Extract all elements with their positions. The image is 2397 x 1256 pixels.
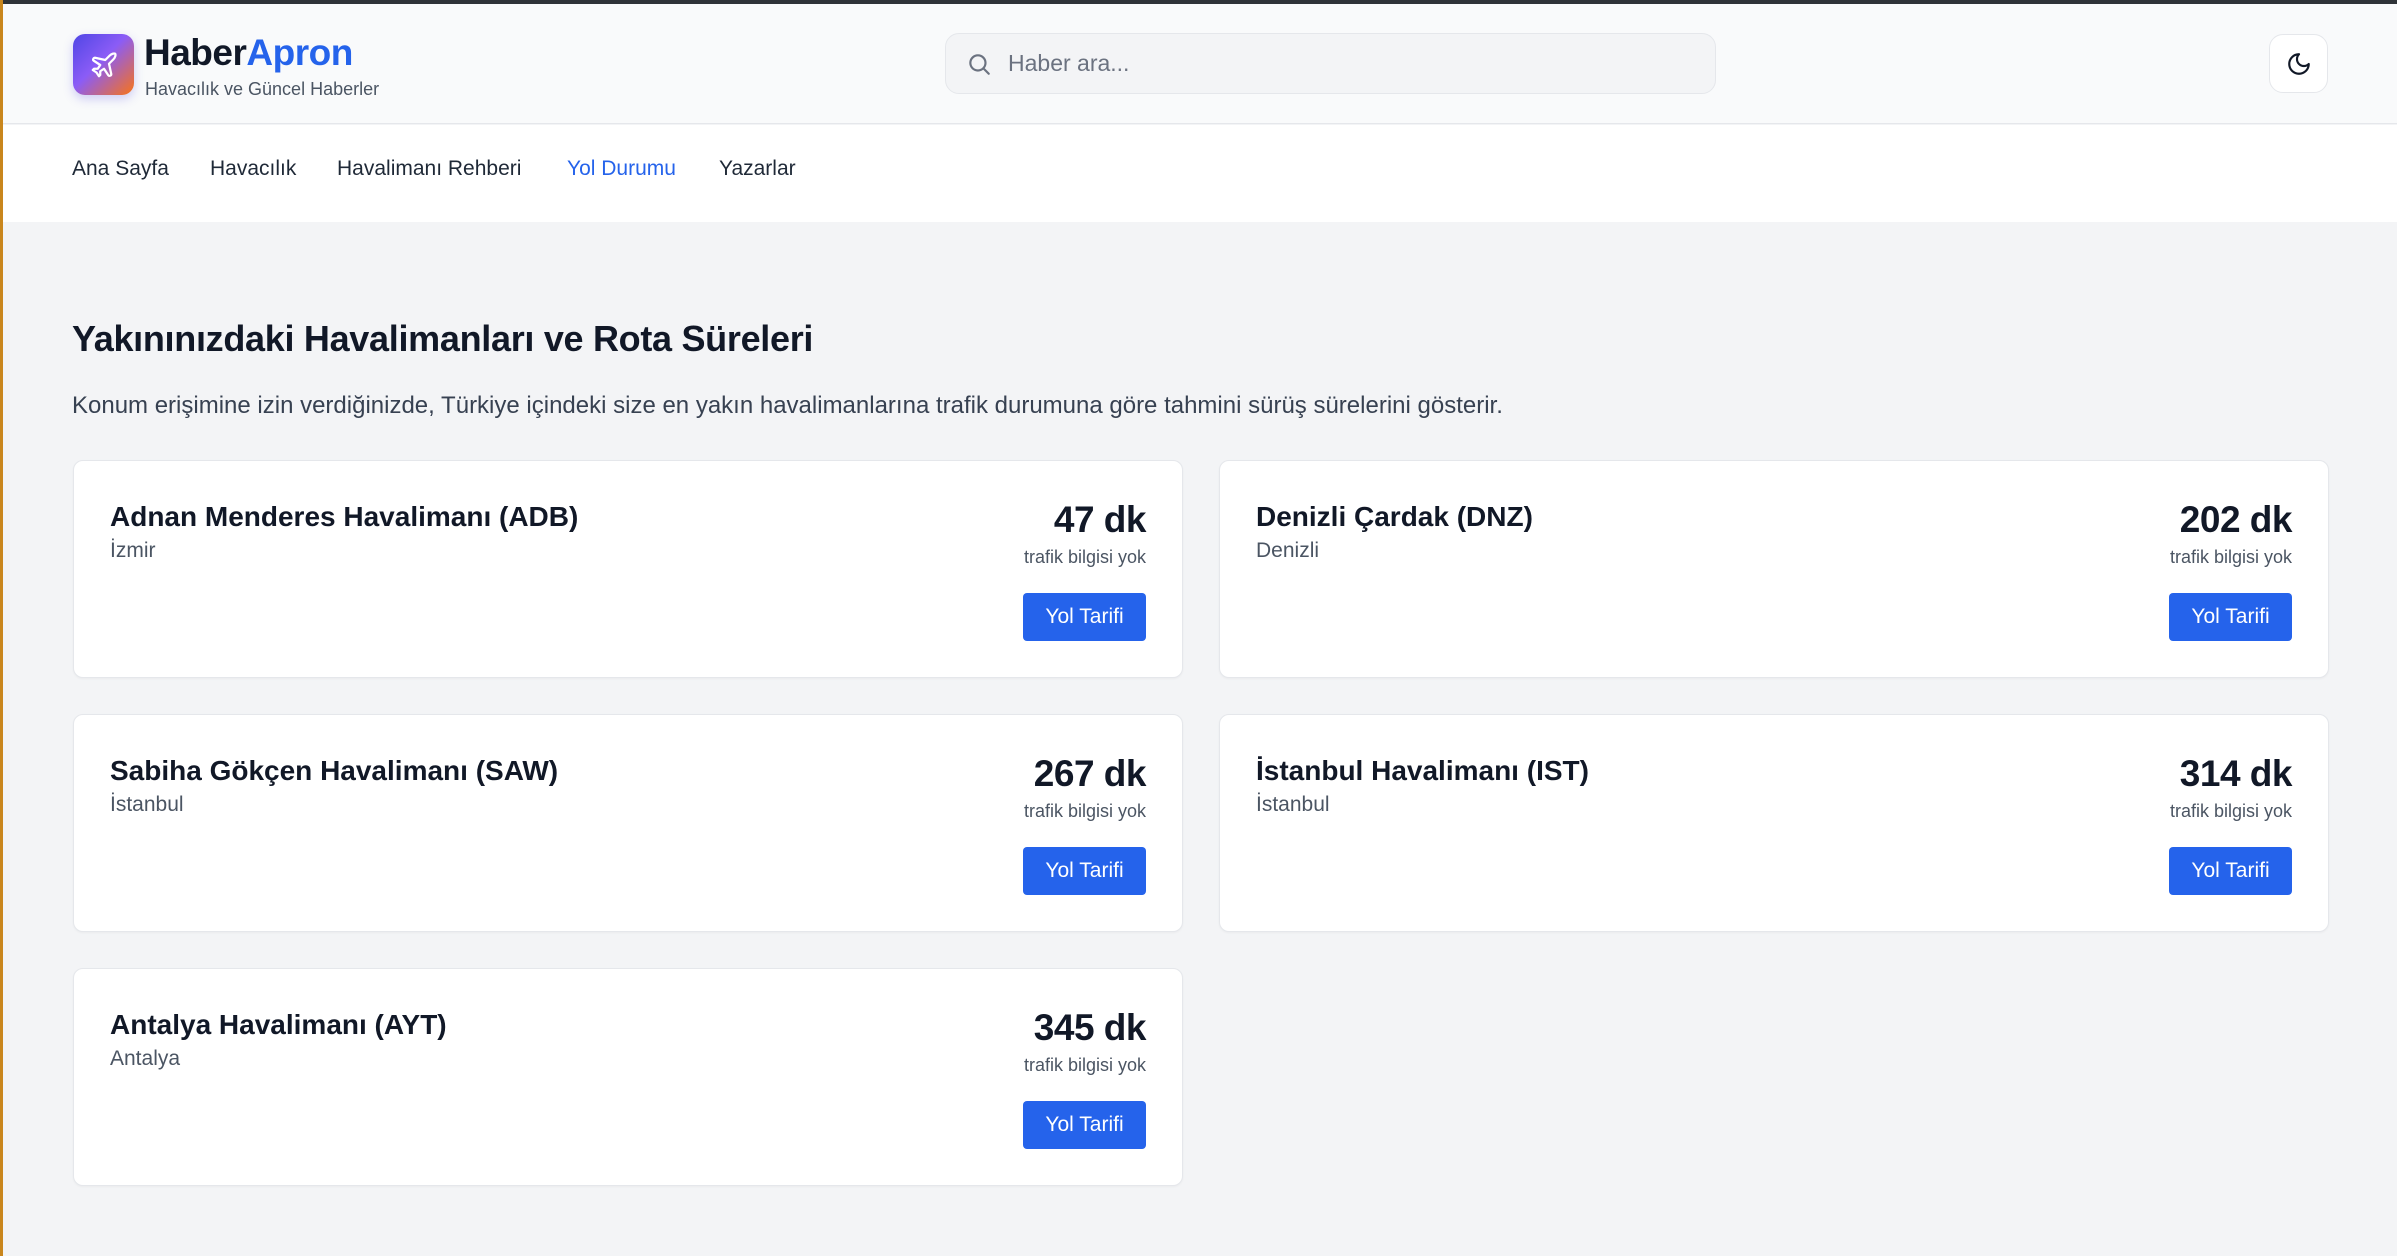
airport-name: Adnan Menderes Havalimanı (ADB) bbox=[110, 501, 579, 532]
main-nav: Ana Sayfa Havacılık Havalimanı Rehberi Y… bbox=[3, 125, 2397, 222]
nav-item-ana-sayfa[interactable]: Ana Sayfa bbox=[72, 157, 169, 181]
airport-card: Sabiha Gökçen Havalimanı (SAW) İstanbul … bbox=[73, 714, 1183, 932]
search-icon bbox=[969, 54, 990, 75]
brand-name-part2: Apron bbox=[246, 32, 353, 73]
airport-city: Denizli bbox=[1256, 539, 1320, 562]
directions-button[interactable]: Yol Tarifi bbox=[1023, 847, 1146, 895]
brand-name-part1: Haber bbox=[144, 32, 247, 73]
airport-city: İstanbul bbox=[110, 793, 184, 816]
directions-button[interactable]: Yol Tarifi bbox=[2169, 847, 2292, 895]
drive-duration: 202 dk bbox=[2179, 499, 2293, 540]
airport-city: İzmir bbox=[110, 539, 156, 562]
airport-card: Denizli Çardak (DNZ) Denizli 202 dk traf… bbox=[1219, 460, 2329, 678]
airport-name: İstanbul Havalimanı (IST) bbox=[1256, 755, 1589, 786]
directions-button[interactable]: Yol Tarifi bbox=[2169, 593, 2292, 641]
brand-tagline: Havacılık ve Güncel Haberler bbox=[145, 79, 380, 99]
traffic-status: trafik bilgisi yok bbox=[2169, 801, 2292, 821]
drive-duration: 47 dk bbox=[1053, 499, 1147, 540]
traffic-status: trafik bilgisi yok bbox=[2169, 547, 2292, 567]
page-description: Konum erişimine izin verdiğinizde, Türki… bbox=[72, 392, 1503, 419]
airport-card: Adnan Menderes Havalimanı (ADB) İzmir 47… bbox=[73, 460, 1183, 678]
airport-name: Denizli Çardak (DNZ) bbox=[1256, 501, 1533, 532]
search-box bbox=[945, 33, 1716, 94]
nav-item-yazarlar[interactable]: Yazarlar bbox=[719, 157, 796, 181]
airport-name: Sabiha Gökçen Havalimanı (SAW) bbox=[110, 755, 559, 786]
airport-card: İstanbul Havalimanı (IST) İstanbul 314 d… bbox=[1219, 714, 2329, 932]
airport-city: İstanbul bbox=[1256, 793, 1330, 816]
nav-item-havacilik[interactable]: Havacılık bbox=[210, 157, 296, 181]
nav-item-havalimani-rehberi[interactable]: Havalimanı Rehberi bbox=[337, 157, 521, 181]
page-title: Yakınınızdaki Havalimanları ve Rota Süre… bbox=[72, 318, 814, 359]
traffic-status: trafik bilgisi yok bbox=[1023, 547, 1146, 567]
directions-button[interactable]: Yol Tarifi bbox=[1023, 593, 1146, 641]
nav-item-yol-durumu[interactable]: Yol Durumu bbox=[567, 157, 676, 181]
site-header: HaberApron Havacılık ve Güncel Haberler bbox=[3, 4, 2397, 124]
airport-card: Antalya Havalimanı (AYT) Antalya 345 dk … bbox=[73, 968, 1183, 1186]
theme-toggle-button[interactable] bbox=[2269, 34, 2328, 93]
traffic-status: trafik bilgisi yok bbox=[1023, 801, 1146, 821]
search-input[interactable] bbox=[1008, 34, 1688, 93]
airport-city: Antalya bbox=[110, 1047, 181, 1070]
moon-icon bbox=[2287, 52, 2310, 75]
drive-duration: 345 dk bbox=[1033, 1007, 1147, 1048]
directions-button[interactable]: Yol Tarifi bbox=[1023, 1101, 1146, 1149]
traffic-status: trafik bilgisi yok bbox=[1023, 1055, 1146, 1075]
logo[interactable] bbox=[73, 34, 134, 95]
drive-duration: 267 dk bbox=[1033, 753, 1147, 794]
brand-name[interactable]: HaberApron bbox=[144, 32, 353, 74]
drive-duration: 314 dk bbox=[2179, 753, 2293, 794]
airplane-icon bbox=[91, 51, 117, 77]
airport-name: Antalya Havalimanı (AYT) bbox=[110, 1009, 447, 1040]
